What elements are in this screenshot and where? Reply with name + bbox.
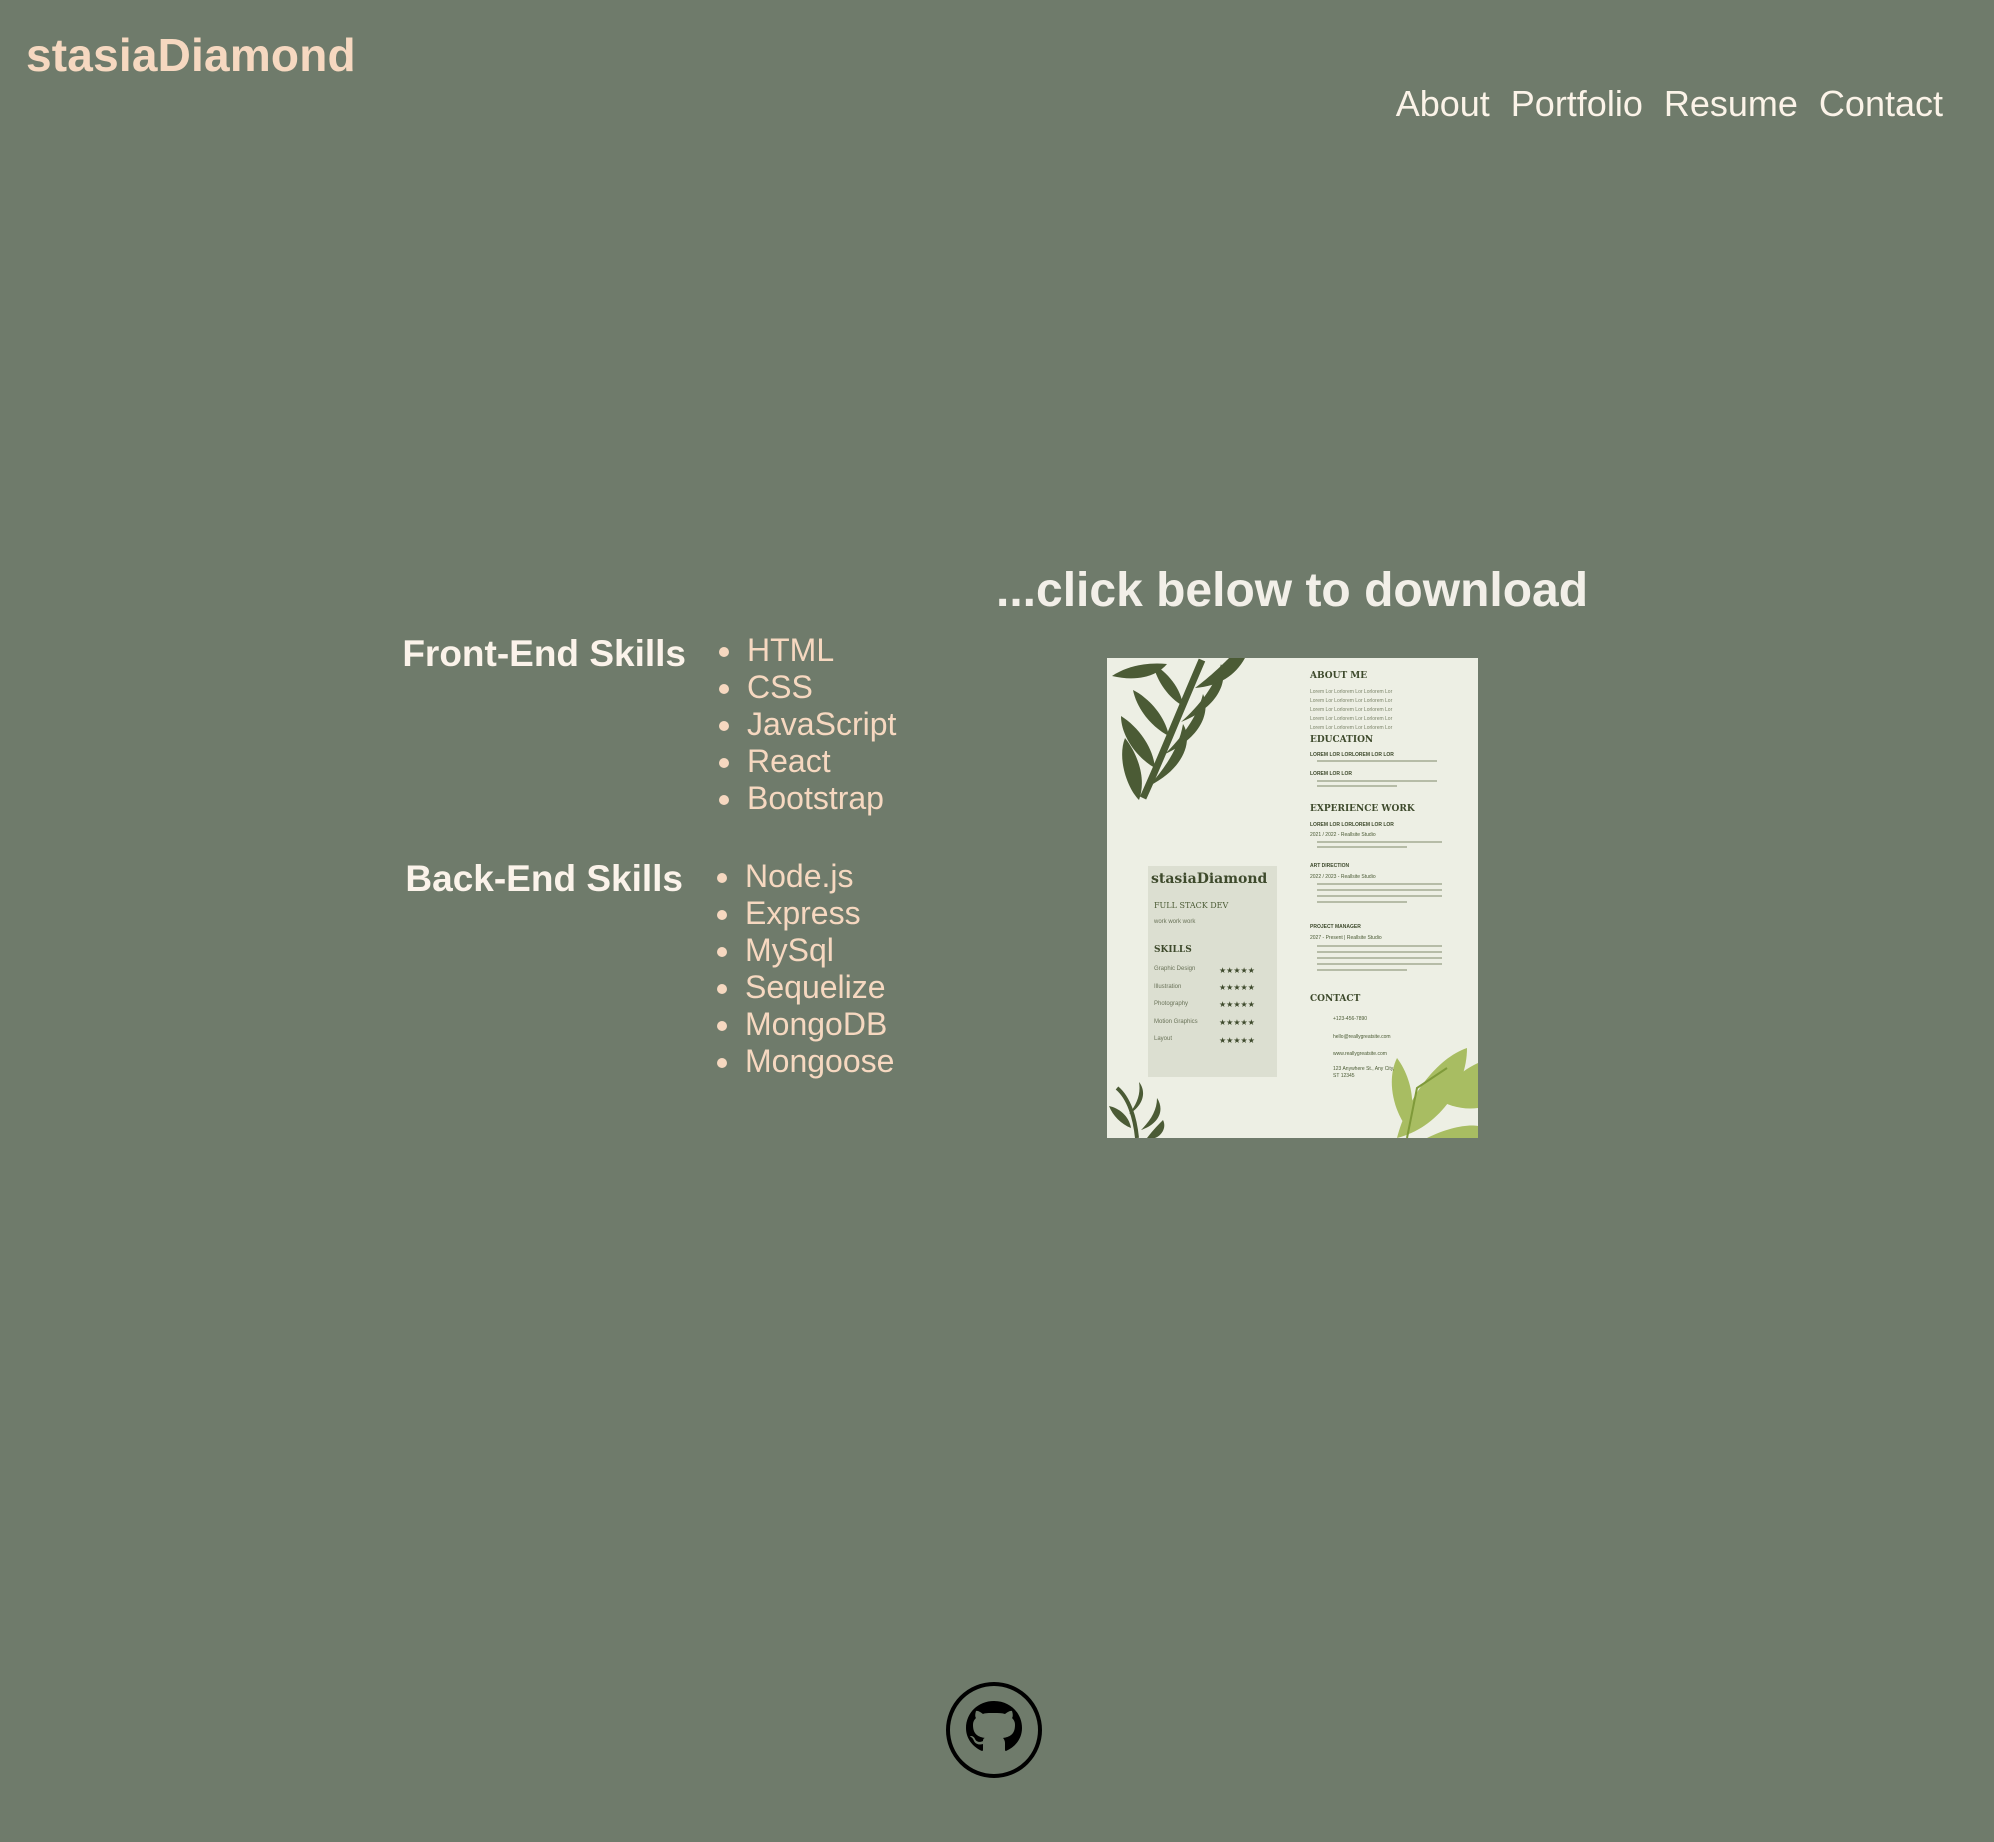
- svg-text:Lorem Lor Lorlorem Lor Lorlore: Lorem Lor Lorlorem Lor Lorlorem Lor: [1310, 689, 1393, 695]
- resume-text-line: [1317, 901, 1407, 903]
- front-end-skills-label: Front-End Skills: [402, 633, 686, 674]
- nav-resume-link[interactable]: Resume: [1664, 82, 1798, 126]
- skill-item: Sequelize: [717, 969, 894, 1006]
- skill-item: Node.js: [717, 858, 894, 895]
- resume-subtitle: work work work: [1153, 919, 1196, 925]
- resume-role: FULL STACK DEV: [1154, 901, 1229, 910]
- skill-item: JavaScript: [719, 706, 896, 743]
- github-icon: [946, 1682, 1042, 1778]
- resume-education-line: LOREM LOR LOR: [1310, 771, 1352, 777]
- main-nav: About Portfolio Resume Contact: [1396, 82, 1943, 126]
- resume-skills-heading: SKILLS: [1154, 945, 1192, 955]
- github-link[interactable]: [945, 1681, 1043, 1779]
- nav-contact-link[interactable]: Contact: [1819, 82, 1943, 126]
- svg-text:Lorem Lor Lorlorem Lor Lorlore: Lorem Lor Lorlorem Lor Lorlorem Lor: [1310, 725, 1393, 731]
- resume-experience-line: LOREM LOR LORLOREM LOR LOR: [1310, 822, 1394, 828]
- resume-skill-item: Layout: [1154, 1036, 1172, 1042]
- back-end-skills-label: Back-End Skills: [405, 858, 683, 899]
- nav-portfolio-link[interactable]: Portfolio: [1511, 82, 1643, 126]
- resume-about-heading: ABOUT ME: [1309, 671, 1367, 681]
- resume-education-heading: EDUCATION: [1310, 735, 1373, 745]
- skill-item: Mongoose: [717, 1043, 894, 1080]
- resume-thumbnail: stasiaDiamond FULL STACK DEV work work w…: [1107, 658, 1478, 1138]
- skill-item: Express: [717, 895, 894, 932]
- resume-text-line: [1317, 951, 1442, 953]
- back-end-skills-list: Node.js Express MySql Sequelize MongoDB …: [717, 858, 894, 1080]
- skill-item: MySql: [717, 932, 894, 969]
- resume-text-line: [1317, 841, 1442, 843]
- resume-education-line: LOREM LOR LORLOREM LOR LOR: [1310, 752, 1394, 758]
- resume-text-line: [1317, 889, 1442, 891]
- front-end-skills-list: HTML CSS JavaScript React Bootstrap: [719, 632, 896, 817]
- resume-experience-heading: EXPERIENCE WORK: [1310, 804, 1416, 814]
- resume-text-line: [1317, 957, 1442, 959]
- resume-experience-role: PROJECT MANAGER: [1310, 924, 1361, 930]
- svg-text:★★★★★: ★★★★★: [1219, 1018, 1255, 1027]
- svg-text:★★★★★: ★★★★★: [1219, 1036, 1255, 1045]
- svg-text:Lorem Lor Lorlorem Lor Lorlore: Lorem Lor Lorlorem Lor Lorlorem Lor: [1310, 716, 1393, 722]
- resume-skill-item: Graphic Design: [1154, 966, 1195, 972]
- skill-item: React: [719, 743, 896, 780]
- skill-item: Bootstrap: [719, 780, 896, 817]
- resume-text-line: [1317, 963, 1442, 965]
- skill-item: MongoDB: [717, 1006, 894, 1043]
- resume-contact-heading: CONTACT: [1310, 994, 1361, 1004]
- resume-text-line: [1317, 895, 1442, 897]
- resume-skill-item: Illustration: [1154, 984, 1181, 990]
- resume-experience-date: 2021 / 2022 - Reallsite Studio: [1310, 832, 1376, 838]
- svg-text:Lorem Lor Lorlorem Lor Lorlore: Lorem Lor Lorlorem Lor Lorlorem Lor: [1310, 707, 1393, 713]
- resume-experience-date: 2027 - Present | Reallsite Studio: [1310, 935, 1382, 941]
- skill-item: CSS: [719, 669, 896, 706]
- resume-download-link[interactable]: stasiaDiamond FULL STACK DEV work work w…: [1107, 658, 1478, 1138]
- brand-logo[interactable]: stasiaDiamond: [26, 28, 356, 82]
- resume-experience-role: ART DIRECTION: [1310, 863, 1350, 869]
- resume-text-line: [1317, 846, 1407, 848]
- resume-text-line: [1317, 883, 1442, 885]
- resume-address: ST 12345: [1333, 1073, 1355, 1079]
- download-heading: ...click below to download: [996, 564, 1589, 617]
- resume-skill-item: Motion Graphics: [1154, 1019, 1198, 1025]
- resume-name: stasiaDiamond: [1151, 871, 1268, 887]
- resume-text-line: [1317, 760, 1437, 762]
- resume-text-line: [1317, 785, 1397, 787]
- resume-phone: +123-456-7890: [1333, 1016, 1367, 1022]
- resume-website: www.reallygreatsite.com: [1333, 1051, 1387, 1057]
- svg-text:★★★★★: ★★★★★: [1219, 1000, 1255, 1009]
- resume-skill-item: Photography: [1154, 1001, 1188, 1007]
- nav-about-link[interactable]: About: [1396, 82, 1490, 126]
- resume-email: hello@reallygreatsite.com: [1333, 1034, 1391, 1040]
- resume-text-line: [1317, 945, 1442, 947]
- svg-text:★★★★★: ★★★★★: [1219, 983, 1255, 992]
- resume-experience-date: 2022 / 2023 - Reallsite Studio: [1310, 874, 1376, 880]
- resume-text-line: [1317, 969, 1407, 971]
- resume-text-line: [1317, 780, 1437, 782]
- skill-item: HTML: [719, 632, 896, 669]
- svg-text:★★★★★: ★★★★★: [1219, 966, 1255, 975]
- resume-address: 123 Anywhere St., Any City,: [1333, 1066, 1394, 1072]
- svg-text:Lorem Lor Lorlorem Lor Lorlore: Lorem Lor Lorlorem Lor Lorlorem Lor: [1310, 698, 1393, 704]
